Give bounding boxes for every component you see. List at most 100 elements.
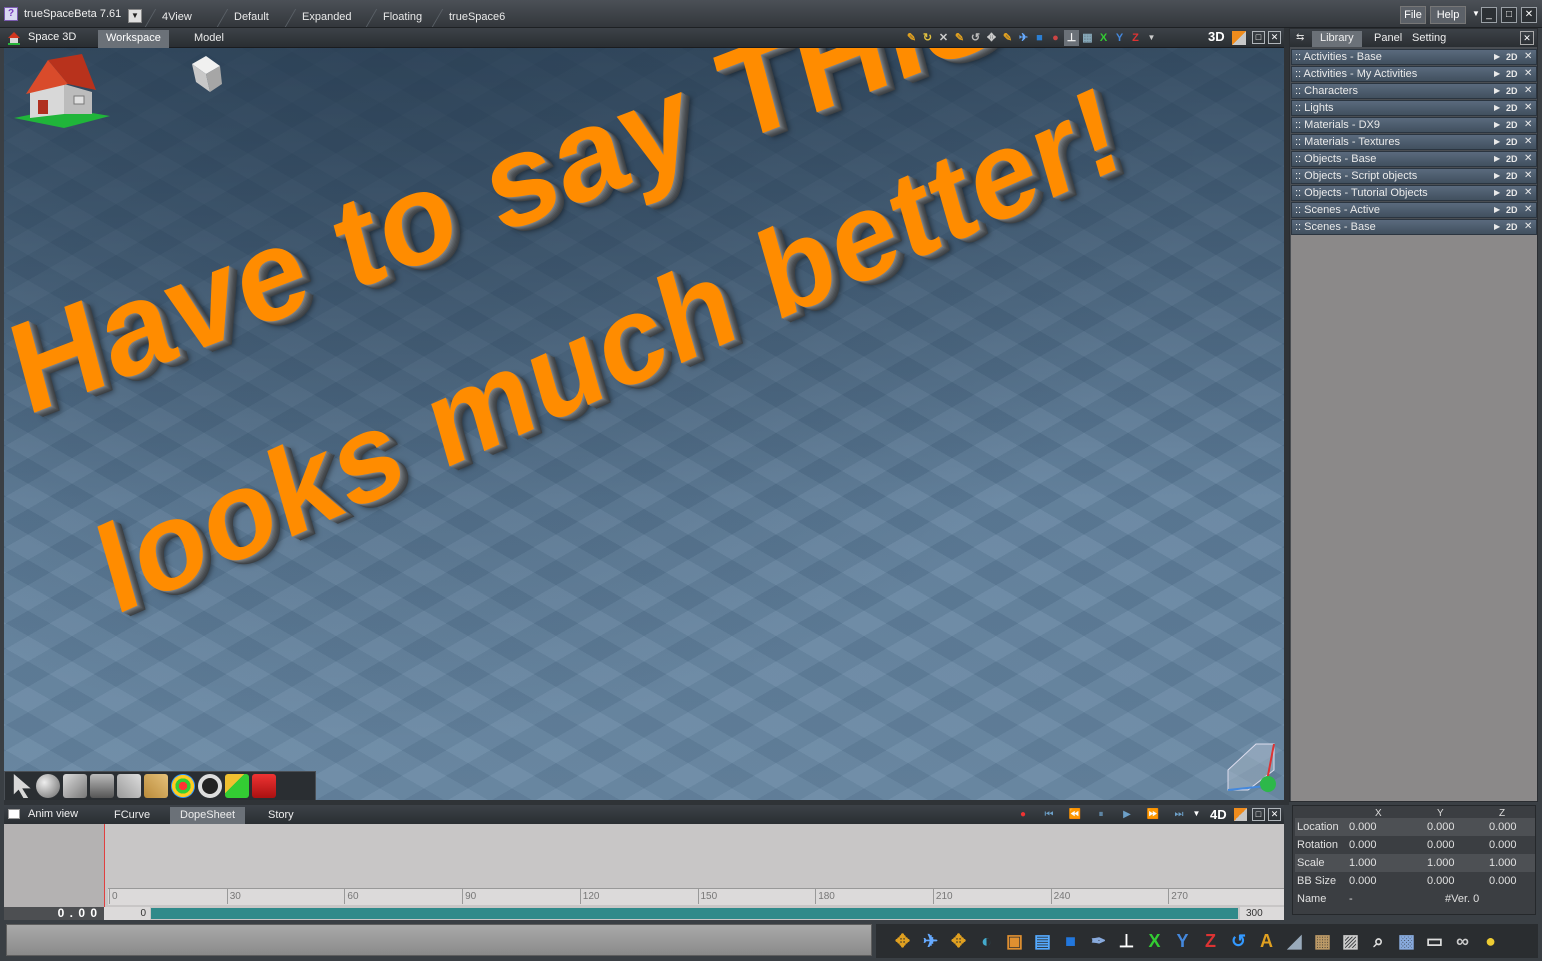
library-item-close-icon[interactable]: ✕ bbox=[1524, 50, 1532, 64]
property-y-value[interactable]: 0.000 bbox=[1427, 818, 1455, 836]
grid-icon[interactable]: ▦ bbox=[1080, 30, 1095, 46]
library-item-close-icon[interactable]: ✕ bbox=[1524, 152, 1532, 166]
step-back-icon[interactable]: ⏪ bbox=[1062, 807, 1088, 822]
library-item[interactable]: :: Scenes - Active ▶ 2D ✕ bbox=[1291, 202, 1537, 218]
toolbox-icon[interactable] bbox=[252, 774, 276, 798]
tab-workspace[interactable]: Workspace bbox=[98, 30, 169, 48]
timeline-range-bar[interactable] bbox=[151, 908, 1238, 919]
grid-plane-icon[interactable]: ▩ bbox=[1394, 928, 1419, 954]
move-tool-icon[interactable]: ✎ bbox=[904, 30, 919, 46]
property-z-value[interactable]: 1.000 bbox=[1489, 854, 1517, 872]
library-item-close-icon[interactable]: ✕ bbox=[1524, 186, 1532, 200]
text-tool-icon[interactable]: A bbox=[1254, 928, 1279, 954]
book-icon[interactable]: ▤ bbox=[1030, 928, 1055, 954]
library-item[interactable]: :: Materials - Textures ▶ 2D ✕ bbox=[1291, 134, 1537, 150]
texture-icon[interactable]: ▦ bbox=[1310, 928, 1335, 954]
world-axis-icon[interactable]: ⊥ bbox=[1114, 928, 1139, 954]
bottom-axis-y-icon[interactable]: Y bbox=[1170, 928, 1195, 954]
tab-fcurve[interactable]: FCurve bbox=[104, 807, 160, 824]
library-item-2d-toggle[interactable]: 2D bbox=[1506, 186, 1518, 200]
axis-y-icon[interactable]: Y bbox=[1112, 30, 1127, 46]
range-end-value[interactable]: 300 bbox=[1240, 907, 1284, 920]
current-time-readout[interactable]: 0 . 0 0 bbox=[4, 907, 104, 920]
library-item-2d-toggle[interactable]: 2D bbox=[1506, 203, 1518, 217]
bottom-axis-x-icon[interactable]: X bbox=[1142, 928, 1167, 954]
library-item-2d-toggle[interactable]: 2D bbox=[1506, 118, 1518, 132]
cube-icon[interactable]: ■ bbox=[1032, 30, 1047, 46]
property-x-value[interactable]: 0.000 bbox=[1349, 836, 1377, 854]
timeline-ruler[interactable]: 0 30 60 90 120 150 180 210 240 270 bbox=[108, 888, 1284, 905]
property-z-value[interactable]: 0.000 bbox=[1489, 818, 1517, 836]
binoculars-icon[interactable]: ∞ bbox=[1450, 928, 1475, 954]
track-list[interactable] bbox=[4, 824, 104, 907]
orbit-tool-icon[interactable]: ↺ bbox=[968, 30, 983, 46]
library-item-close-icon[interactable]: ✕ bbox=[1524, 84, 1532, 98]
scene-house-icon[interactable] bbox=[12, 52, 112, 128]
pan-tool-icon[interactable]: ✥ bbox=[984, 30, 999, 46]
library-item-close-icon[interactable]: ✕ bbox=[1524, 169, 1532, 183]
library-item-2d-toggle[interactable]: 2D bbox=[1506, 84, 1518, 98]
viewport-close-button[interactable]: ✕ bbox=[1268, 31, 1281, 44]
object-move-icon[interactable]: ✥ bbox=[890, 928, 915, 954]
expand-arrow-icon[interactable]: ▶ bbox=[1494, 186, 1500, 200]
library-item[interactable]: :: Objects - Script objects ▶ 2D ✕ bbox=[1291, 168, 1537, 184]
go-to-start-icon[interactable]: ⏮ bbox=[1036, 807, 1062, 822]
tab-model[interactable]: Model bbox=[186, 30, 232, 48]
primitive-cube-icon[interactable]: ■ bbox=[1058, 928, 1083, 954]
library-item-2d-toggle[interactable]: 2D bbox=[1506, 169, 1518, 183]
3d-viewport[interactable]: Have to say THIS looks much better! bbox=[4, 48, 1284, 800]
library-item-close-icon[interactable]: ✕ bbox=[1524, 67, 1532, 81]
fence-icon[interactable] bbox=[144, 774, 168, 798]
image-icon[interactable]: ▨ bbox=[1338, 928, 1363, 954]
library-item-2d-toggle[interactable]: 2D bbox=[1506, 220, 1518, 234]
property-x-value[interactable]: 0.000 bbox=[1349, 872, 1377, 890]
library-item[interactable]: :: Lights ▶ 2D ✕ bbox=[1291, 100, 1537, 116]
expand-arrow-icon[interactable]: ▶ bbox=[1494, 84, 1500, 98]
select-arrow-icon[interactable] bbox=[13, 774, 31, 798]
look-tool-icon[interactable]: ✈ bbox=[1016, 30, 1031, 46]
step-forward-icon[interactable]: ⏩ bbox=[1140, 807, 1166, 822]
record-icon[interactable]: ● bbox=[1010, 807, 1036, 822]
expand-arrow-icon[interactable]: ▶ bbox=[1494, 67, 1500, 81]
maximize-button[interactable]: □ bbox=[1501, 7, 1517, 23]
range-start-value[interactable]: 0 bbox=[104, 907, 150, 920]
view-corner-icon[interactable] bbox=[1232, 31, 1246, 45]
tab-story[interactable]: Story bbox=[258, 807, 304, 824]
mode-3d-label[interactable]: 3D bbox=[1208, 29, 1225, 44]
monitor-icon[interactable]: ▭ bbox=[1422, 928, 1447, 954]
material-palette-icon[interactable] bbox=[171, 774, 195, 798]
play-icon[interactable]: ▶ bbox=[1114, 807, 1140, 822]
property-y-value[interactable]: 0.000 bbox=[1427, 872, 1455, 890]
library-item-2d-toggle[interactable]: 2D bbox=[1506, 101, 1518, 115]
search-icon[interactable]: ⌕ bbox=[1366, 928, 1391, 954]
scene-cube-icon[interactable] bbox=[188, 54, 224, 94]
property-y-value[interactable]: 1.000 bbox=[1427, 854, 1455, 872]
library-item-2d-toggle[interactable]: 2D bbox=[1506, 135, 1518, 149]
anim-corner-icon[interactable] bbox=[1234, 808, 1247, 821]
view-gizmo-icon[interactable] bbox=[1222, 740, 1280, 794]
layout-tab-truespace6[interactable]: trueSpace6 bbox=[441, 9, 513, 27]
light-bulb-icon[interactable]: ● bbox=[1478, 928, 1503, 954]
layers-icon[interactable] bbox=[90, 774, 114, 798]
expand-arrow-icon[interactable]: ▶ bbox=[1494, 118, 1500, 132]
mode-4d-label[interactable]: 4D bbox=[1210, 807, 1227, 822]
sphere-primitive-icon[interactable] bbox=[36, 774, 60, 798]
library-item[interactable]: :: Activities - Base ▶ 2D ✕ bbox=[1291, 49, 1537, 65]
expand-arrow-icon[interactable]: ▶ bbox=[1494, 152, 1500, 166]
property-z-value[interactable]: 0.000 bbox=[1489, 836, 1517, 854]
property-x-value[interactable]: 1.000 bbox=[1349, 854, 1377, 872]
anim-maximize-button[interactable]: □ bbox=[1252, 808, 1265, 821]
render-icon[interactable]: ● bbox=[1048, 30, 1063, 46]
library-item-close-icon[interactable]: ✕ bbox=[1524, 203, 1532, 217]
go-to-end-icon[interactable]: ⏭ bbox=[1166, 807, 1192, 822]
expand-arrow-icon[interactable]: ▶ bbox=[1494, 101, 1500, 115]
axis-x-icon[interactable]: X bbox=[1096, 30, 1111, 46]
deform-icon[interactable] bbox=[117, 774, 141, 798]
layout-tab-default[interactable]: Default bbox=[226, 9, 277, 27]
sweep-icon[interactable]: ◢ bbox=[1282, 928, 1307, 954]
library-item-2d-toggle[interactable]: 2D bbox=[1506, 152, 1518, 166]
scale-tool-icon[interactable]: ✕ bbox=[936, 30, 951, 46]
minimize-button[interactable]: _ bbox=[1481, 7, 1497, 23]
library-item-close-icon[interactable]: ✕ bbox=[1524, 135, 1532, 149]
library-close-button[interactable]: ✕ bbox=[1520, 31, 1534, 45]
